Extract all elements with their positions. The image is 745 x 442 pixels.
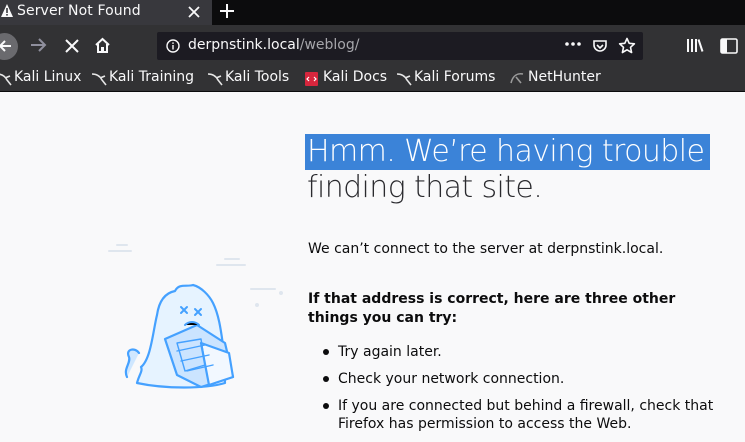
suggestions-list: Try again later. Check your network conn… <box>308 343 718 442</box>
url-bar[interactable]: derpnstink.local/weblog/ <box>157 32 643 60</box>
kali-dragon-icon <box>0 73 12 86</box>
bookmark-label: Kali Docs <box>323 69 388 85</box>
bookmark-label: Kali Training <box>109 69 194 85</box>
tab-server-not-found[interactable]: Server Not Found <box>0 0 212 25</box>
list-item: If you are connected but behind a firewa… <box>308 397 718 433</box>
error-message: We can’t connect to the server at derpns… <box>308 241 664 257</box>
back-button[interactable] <box>0 33 18 60</box>
tab-strip: Server Not Found <box>0 0 745 25</box>
library-icon[interactable] <box>686 38 704 53</box>
list-item: Check your network connection. <box>308 370 718 388</box>
error-title: Hmm. We’re having trouble finding that s… <box>305 134 711 206</box>
page-actions-icon[interactable] <box>564 40 582 48</box>
bookmark-label: Kali Linux <box>14 69 82 85</box>
navigation-toolbar: derpnstink.local/weblog/ <box>0 25 745 65</box>
bookmarks-toolbar: Kali Linux Kali Training Kali Tools Kali… <box>0 65 745 92</box>
forward-icon[interactable] <box>30 37 48 53</box>
kali-docs-icon <box>305 72 318 86</box>
url-path: /weblog/ <box>299 37 360 53</box>
kali-dragon-icon <box>91 73 107 86</box>
back-arrow-icon <box>0 40 11 52</box>
suggestions-heading: If that address is correct, here are thr… <box>308 291 676 326</box>
confused-monster-illustration <box>108 244 283 389</box>
bookmark-label: Kali Forums <box>414 69 496 85</box>
kali-dragon-icon <box>207 73 223 86</box>
tab-title: Server Not Found <box>17 3 141 19</box>
nethunter-icon <box>510 72 524 84</box>
url-host: derpnstink.local <box>188 37 300 53</box>
sidebar-icon[interactable] <box>720 38 738 54</box>
list-item: Try again later. <box>308 343 718 361</box>
stop-icon[interactable] <box>65 39 79 53</box>
bookmark-star-icon[interactable] <box>618 37 636 55</box>
info-icon[interactable] <box>166 39 180 53</box>
error-title-line-2: finding that site. <box>307 170 543 205</box>
home-icon[interactable] <box>94 37 111 54</box>
close-icon[interactable] <box>186 4 202 20</box>
error-title-line-1: Hmm. We’re having trouble <box>305 134 711 170</box>
warning-icon <box>1 4 13 17</box>
bookmark-label: NetHunter <box>528 69 601 85</box>
kali-dragon-icon <box>396 73 412 86</box>
url-text[interactable]: derpnstink.local/weblog/ <box>188 37 359 53</box>
pocket-icon[interactable] <box>592 38 608 54</box>
new-tab-icon[interactable] <box>218 2 236 20</box>
bookmark-label: Kali Tools <box>225 69 290 85</box>
